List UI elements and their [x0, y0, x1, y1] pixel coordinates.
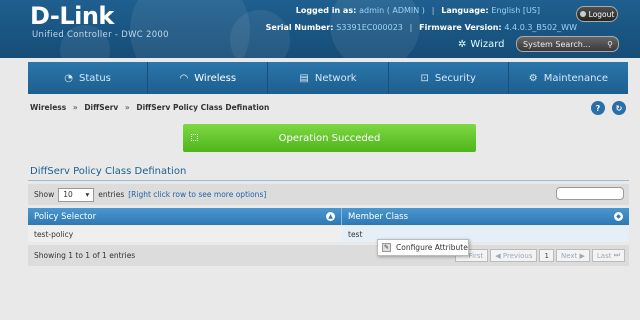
previous-page-label: Previous — [502, 251, 533, 260]
success-alert: Operation Succeded — [183, 124, 476, 152]
table-row[interactable]: test-policy test — [28, 226, 629, 242]
main-nav: ◔ Status ◠ Wireless ▤ Network ⊡ Security… — [28, 62, 628, 94]
search-icon[interactable]: ⚲ — [607, 40, 613, 49]
product-subtitle: Unified Controller - DWC 2000 — [32, 30, 169, 40]
next-page-label: Next — [560, 251, 578, 260]
edit-icon: ✎ — [382, 243, 391, 252]
tab-network[interactable]: ▤ Network — [268, 62, 389, 94]
header-banner: D-Link Unified Controller - DWC 2000 Log… — [0, 0, 640, 58]
entries-summary: Showing 1 to 1 of 1 entries — [34, 251, 136, 260]
tab-security-label: Security — [434, 72, 476, 84]
table-filter-input[interactable] — [556, 187, 624, 200]
sort-neutral-icon[interactable]: ◆ — [614, 212, 623, 221]
tab-wireless-label: Wireless — [194, 72, 237, 84]
serial-value: S3391EC000023 — [336, 23, 403, 32]
breadcrumb: Wireless » DiffServ » DiffServ Policy Cl… — [30, 103, 269, 112]
next-page-button[interactable]: Next ▶ — [555, 249, 590, 262]
login-info: Logged in as: admin ( ADMIN ) | Language… — [296, 6, 540, 15]
logout-label: Logout — [588, 9, 615, 19]
gears-icon: ⚙ — [528, 72, 538, 84]
table-cell: test-policy — [28, 226, 342, 242]
logged-in-label: Logged in as: — [295, 6, 357, 15]
refresh-icon[interactable]: ↻ — [612, 101, 626, 115]
table-header: Policy Selector ▲ Member Class ◆ — [28, 208, 629, 225]
language-link[interactable]: English [US] — [491, 6, 540, 15]
previous-page-button[interactable]: ◀ Previous — [490, 249, 538, 262]
tab-status[interactable]: ◔ Status — [28, 62, 149, 94]
system-search-input[interactable]: System Search... ⚲ — [516, 36, 619, 52]
tab-wireless[interactable]: ◠ Wireless — [148, 62, 269, 94]
help-icon[interactable]: ? — [591, 101, 605, 115]
tab-status-label: Status — [79, 72, 111, 84]
table-toolbar: Show 10 ▾ entries [Right click row to se… — [28, 184, 629, 205]
firmware-label: Firmware Version: — [419, 23, 502, 32]
dlink-logo: D-Link — [30, 2, 114, 30]
last-page-button[interactable]: Last ⏭ — [591, 249, 625, 262]
sort-up-icon[interactable]: ▲ — [326, 212, 335, 221]
entries-select[interactable]: 10 ▾ — [58, 187, 95, 202]
right-click-hint: [Right click row to see more options] — [128, 190, 267, 199]
check-icon — [191, 134, 198, 141]
breadcrumb-item[interactable]: Wireless — [30, 103, 66, 112]
show-label: Show — [34, 190, 55, 199]
breadcrumb-current: DiffServ Policy Class Defination — [136, 103, 270, 112]
separator: | — [409, 23, 413, 32]
wizard-label: Wizard — [470, 39, 505, 50]
first-page-label: First — [468, 251, 484, 260]
serial-label: Serial Number: — [265, 23, 334, 32]
decorative-bubble — [230, 10, 290, 58]
language-label: Language: — [441, 6, 489, 15]
pagination: ⏮ First ◀ Previous 1 Next ▶ Last ⏭ — [455, 249, 625, 262]
column-label: Member Class — [348, 211, 409, 222]
table-footer: Showing 1 to 1 of 1 entries ⏮ First ◀ Pr… — [28, 245, 629, 266]
tab-maintenance[interactable]: ⚙ Maintenance — [509, 62, 628, 94]
column-header-policy-selector[interactable]: Policy Selector ▲ — [28, 208, 342, 225]
gauge-icon: ◔ — [64, 72, 74, 84]
power-icon — [579, 11, 586, 17]
logged-in-user[interactable]: admin ( ADMIN ) — [359, 6, 425, 15]
breadcrumb-separator: » — [72, 103, 78, 112]
page-number-button[interactable]: 1 — [539, 249, 554, 262]
wizard-link[interactable]: ✲ Wizard — [458, 39, 505, 50]
logout-button[interactable]: Logout — [576, 6, 618, 22]
separator: | — [431, 6, 435, 15]
breadcrumb-item[interactable]: DiffServ — [84, 103, 118, 112]
column-header-member-class[interactable]: Member Class ◆ — [342, 208, 629, 225]
magic-wand-icon: ✲ — [458, 39, 467, 50]
context-menu-item-configure-attribute[interactable]: Configure Attribute — [396, 243, 468, 252]
last-page-label: Last — [596, 251, 612, 260]
lock-icon: ⊡ — [420, 72, 429, 84]
tab-security[interactable]: ⊡ Security — [389, 62, 509, 94]
context-menu: ✎ Configure Attribute — [377, 239, 469, 256]
entries-value: 10 — [63, 190, 73, 199]
tab-maintenance-label: Maintenance — [543, 72, 609, 84]
network-icon: ▤ — [299, 72, 309, 84]
search-placeholder: System Search... — [523, 39, 591, 49]
breadcrumb-separator: » — [124, 103, 130, 112]
device-info: Serial Number: S3391EC000023 | Firmware … — [266, 23, 577, 32]
firmware-value: 4.4.0.3_B502_WW — [504, 23, 577, 32]
tab-network-label: Network — [314, 72, 357, 84]
column-label: Policy Selector — [34, 211, 97, 222]
page-title: DiffServ Policy Class Defination — [30, 166, 187, 177]
entries-label: entries — [98, 190, 125, 199]
wifi-icon: ◠ — [179, 72, 189, 84]
alert-message: Operation Succeded — [278, 132, 381, 144]
divider — [28, 180, 629, 181]
chevron-down-icon: ▾ — [85, 190, 90, 199]
